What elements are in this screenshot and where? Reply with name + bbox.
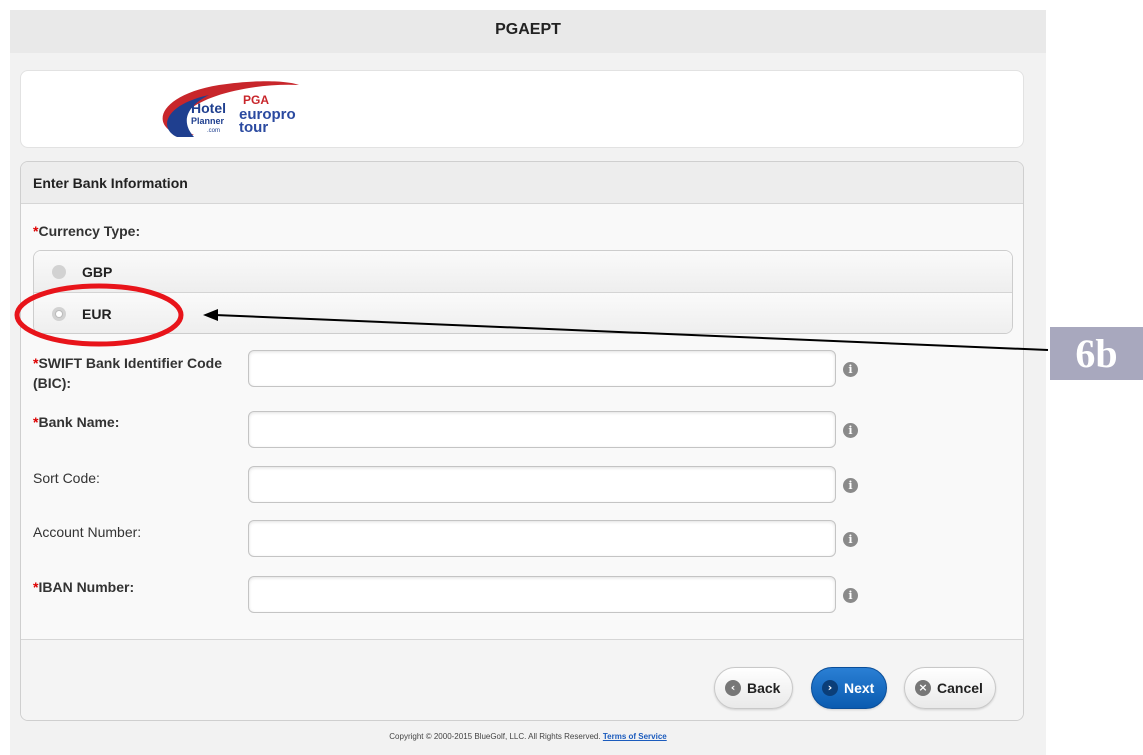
next-button[interactable]: › Next <box>811 667 888 709</box>
radio-button-gbp[interactable] <box>52 264 66 279</box>
chevron-left-icon: ‹ <box>725 680 741 696</box>
iban-number-label: *IBAN Number: <box>33 579 135 595</box>
currency-type-label: *Currency Type: <box>33 223 141 239</box>
bank-info-form: Enter Bank Information *Currency Type: G… <box>20 161 1024 721</box>
form-heading: Enter Bank Information <box>21 162 1023 204</box>
radio-button-eur[interactable] <box>52 306 66 321</box>
close-icon: × <box>915 680 931 696</box>
page-title: PGAEPT <box>10 10 1046 53</box>
chevron-right-icon: › <box>822 680 838 696</box>
currency-option-eur[interactable]: EUR <box>34 292 1012 333</box>
svg-text:tour: tour <box>239 119 268 136</box>
bank-name-input[interactable] <box>248 411 836 448</box>
logo-card: Hotel Planner .com PGA europro tour <box>20 70 1024 148</box>
svg-text:PGA: PGA <box>243 93 269 107</box>
step-annotation-label: 6b <box>1050 327 1143 380</box>
bank-name-label: *Bank Name: <box>33 414 120 430</box>
hotelplanner-pga-europro-logo: Hotel Planner .com PGA europro tour <box>162 81 299 137</box>
account-number-input[interactable] <box>248 520 836 557</box>
svg-text:Hotel: Hotel <box>191 100 226 116</box>
copyright: Copyright © 2000-2015 BlueGolf, LLC. All… <box>389 732 667 741</box>
info-icon[interactable]: i <box>843 478 858 493</box>
info-icon[interactable]: i <box>843 532 858 547</box>
info-icon[interactable]: i <box>843 362 858 377</box>
svg-text:Planner: Planner <box>191 116 225 126</box>
page: PGAEPT Hotel Planner .com PGA europro to… <box>10 10 1046 755</box>
form-actions: ‹ Back › Next × Cancel <box>21 639 1023 720</box>
terms-of-service-link[interactable]: Terms of Service <box>603 732 667 741</box>
swift-bic-input[interactable] <box>248 350 836 387</box>
sort-code-input[interactable] <box>248 466 836 503</box>
back-button[interactable]: ‹ Back <box>714 667 794 709</box>
currency-option-gbp[interactable]: GBP <box>34 251 1012 292</box>
account-number-label: Account Number: <box>33 524 142 540</box>
currency-radio-group: GBP EUR <box>33 250 1013 334</box>
info-icon[interactable]: i <box>843 423 858 438</box>
info-icon[interactable]: i <box>843 588 858 603</box>
sort-code-label: Sort Code: <box>33 470 100 486</box>
cancel-button[interactable]: × Cancel <box>904 667 996 709</box>
iban-number-input[interactable] <box>248 576 836 613</box>
svg-text:.com: .com <box>207 128 220 134</box>
swift-bic-label: *SWIFT Bank Identifier Code (BIC): <box>33 355 223 391</box>
